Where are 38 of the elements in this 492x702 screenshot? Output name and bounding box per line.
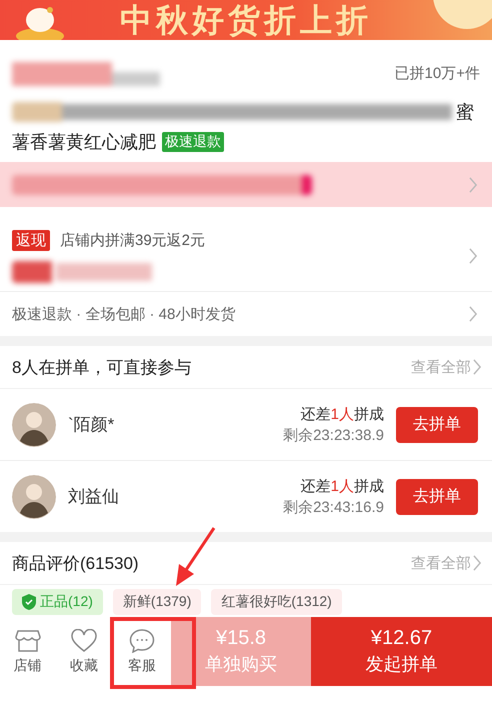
shield-icon <box>22 594 36 610</box>
review-tag[interactable]: 新鲜(1379) <box>112 589 202 615</box>
countdown: 剩余23:43:16.9 <box>283 498 384 516</box>
section-title: 8人在拼单，可直接参与 <box>12 356 192 378</box>
view-all-link[interactable]: 查看全部 <box>411 554 482 572</box>
user-name: 刘益仙 <box>68 486 120 508</box>
review-tag[interactable]: 红薯很好吃(1312) <box>211 589 342 615</box>
join-button[interactable]: 去拼单 <box>396 406 478 442</box>
chevron-icon <box>469 306 478 322</box>
chevron-icon <box>469 248 478 264</box>
annotation-arrow <box>176 527 216 586</box>
group-status: 还差1人拼成 <box>300 404 384 424</box>
store-icon <box>14 628 40 652</box>
promo-banner[interactable]: 中秋好货折上折 <box>0 0 492 40</box>
sold-count: 已拼10万+件 <box>394 64 480 82</box>
heart-icon <box>71 628 97 652</box>
chevron-icon <box>473 359 482 375</box>
countdown: 剩余23:23:38.9 <box>283 426 384 444</box>
group-status: 还差1人拼成 <box>300 476 384 496</box>
section-title: 商品评价(61530) <box>12 552 139 574</box>
view-all-link[interactable]: 查看全部 <box>411 358 482 376</box>
user-name: `陌颜* <box>68 414 116 436</box>
cashback-tag: 返现 <box>12 230 50 250</box>
join-button[interactable]: 去拼单 <box>396 478 478 514</box>
coupon-row[interactable] <box>0 162 492 207</box>
cashback-text: 店铺内拼满39元返2元 <box>60 230 206 250</box>
avatar-icon <box>12 474 56 518</box>
refund-badge: 极速退款 <box>162 132 224 152</box>
product-title: 蜜 <box>456 101 474 124</box>
review-tag[interactable]: 正品(12) <box>12 589 103 615</box>
group-buy-button[interactable]: ¥12.67 发起拼单 <box>311 617 492 686</box>
product-title: 薯香薯黄红心减肥 <box>12 131 156 154</box>
chevron-icon <box>469 176 478 192</box>
service-list: 极速退款 · 全场包邮 · 48小时发货 <box>12 304 236 324</box>
chevron-icon <box>473 555 482 571</box>
chat-icon <box>129 628 155 652</box>
avatar-icon <box>12 402 56 446</box>
banner-title: 中秋好货折上折 <box>120 2 372 38</box>
